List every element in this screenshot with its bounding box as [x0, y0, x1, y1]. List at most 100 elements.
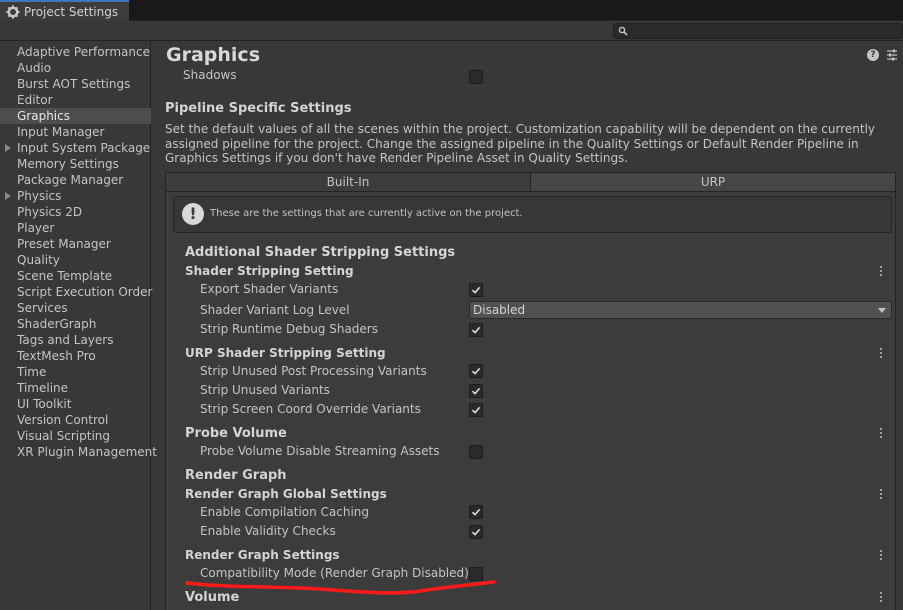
sidebar-item-label: Graphics: [17, 109, 70, 123]
sidebar-item-quality[interactable]: Quality: [0, 252, 151, 268]
sidebar-item-graphics[interactable]: Graphics: [0, 108, 151, 124]
more-options-icon[interactable]: [879, 266, 883, 278]
sidebar-item-shadergraph[interactable]: ShaderGraph: [0, 316, 151, 332]
sidebar-item-label: Physics 2D: [17, 205, 83, 219]
sidebar-item-label: Package Manager: [17, 173, 124, 187]
sidebar-item-adaptive-performance[interactable]: Adaptive Performance: [0, 44, 151, 60]
sidebar-item-preset-manager[interactable]: Preset Manager: [0, 236, 151, 252]
sidebar-item-label: Memory Settings: [17, 157, 119, 171]
sidebar-item-physics[interactable]: Physics: [0, 188, 151, 204]
sidebar-item-label: ShaderGraph: [17, 317, 97, 331]
sidebar-item-script-execution-order[interactable]: Script Execution Order: [0, 284, 153, 300]
sidebar-item-player[interactable]: Player: [0, 220, 151, 236]
shadows-checkbox[interactable]: [469, 70, 483, 84]
sidebar-item-visual-scripting[interactable]: Visual Scripting: [0, 428, 151, 444]
enable-validity-checks-checkbox[interactable]: [469, 525, 483, 539]
strip-runtime-debug-shaders-checkbox[interactable]: [469, 323, 483, 337]
sidebar-item-ui-toolkit[interactable]: UI Toolkit: [0, 396, 151, 412]
sidebar-item-version-control[interactable]: Version Control: [0, 412, 151, 428]
checkmark-icon: [471, 367, 481, 375]
probe-volume-disable-streaming-label: Probe Volume Disable Streaming Assets: [200, 444, 440, 458]
pipeline-tabs: Built-In URP: [165, 172, 896, 192]
checkmark-icon: [471, 286, 481, 294]
sidebar-item-xr-plugin-management[interactable]: XR Plugin Management: [0, 444, 157, 460]
shader-variant-log-level-dropdown[interactable]: Disabled: [469, 301, 892, 319]
checkmark-icon: [471, 387, 481, 395]
sidebar-item-memory-settings[interactable]: Memory Settings: [0, 156, 151, 172]
strip-unused-variants-checkbox[interactable]: [469, 384, 483, 398]
pipeline-settings-description: Set the default values of all the scenes…: [165, 122, 876, 165]
enable-compilation-caching-checkbox[interactable]: [469, 505, 483, 519]
sidebar-item-services[interactable]: Services: [0, 300, 151, 316]
more-options-icon[interactable]: [879, 428, 883, 440]
more-options-icon[interactable]: [879, 592, 883, 604]
sidebar-item-label: Input System Package: [17, 141, 151, 155]
tab-urp[interactable]: URP: [530, 173, 895, 191]
sidebar-item-input-manager[interactable]: Input Manager: [0, 124, 151, 140]
sidebar-item-textmesh-pro[interactable]: TextMesh Pro: [0, 348, 151, 364]
preset-settings-icon[interactable]: [886, 48, 898, 62]
compatibility-mode-checkbox[interactable]: [469, 567, 483, 581]
search-input[interactable]: [613, 23, 903, 39]
info-icon: !: [182, 203, 204, 225]
more-options-icon[interactable]: [879, 489, 883, 501]
shadows-label: Shadows: [183, 68, 237, 80]
compatibility-mode-label: Compatibility Mode (Render Graph Disable…: [200, 566, 469, 580]
export-shader-variants-label: Export Shader Variants: [200, 282, 339, 296]
more-options-icon[interactable]: [879, 550, 883, 562]
pipeline-settings-heading: Pipeline Specific Settings: [165, 101, 352, 116]
sidebar-item-label: XR Plugin Management: [17, 445, 157, 459]
sidebar-item-audio[interactable]: Audio: [0, 60, 151, 76]
export-shader-variants-checkbox[interactable]: [469, 283, 483, 297]
sidebar-item-label: UI Toolkit: [17, 397, 72, 411]
sidebar-item-time[interactable]: Time: [0, 364, 151, 380]
dropdown-value: Disabled: [473, 303, 526, 317]
sidebar-item-input-system-package[interactable]: Input System Package: [0, 140, 151, 156]
sidebar-item-label: Script Execution Order: [17, 285, 153, 299]
render-graph-heading: Render Graph: [185, 468, 287, 483]
strip-post-processing-checkbox[interactable]: [469, 364, 483, 378]
sidebar-item-editor[interactable]: Editor: [0, 92, 151, 108]
search-icon: [618, 26, 628, 36]
checkmark-icon: [471, 528, 481, 536]
project-settings-tab[interactable]: Project Settings: [0, 0, 129, 22]
sidebar-item-label: Version Control: [17, 413, 109, 427]
sidebar-item-scene-template[interactable]: Scene Template: [0, 268, 151, 284]
window-tab-strip: Project Settings: [0, 0, 903, 22]
strip-screen-coord-checkbox[interactable]: [469, 403, 483, 417]
sidebar-item-package-manager[interactable]: Package Manager: [0, 172, 151, 188]
sidebar-item-label: Burst AOT Settings: [17, 77, 131, 91]
settings-sidebar: Adaptive Performance Audio Burst AOT Set…: [0, 41, 157, 610]
probe-volume-disable-streaming-checkbox[interactable]: [469, 445, 483, 459]
sidebar-item-label: Time: [17, 365, 47, 379]
render-graph-settings-title: Render Graph Settings: [185, 548, 340, 562]
probe-volume-title: Probe Volume: [185, 426, 287, 441]
more-options-icon[interactable]: [879, 348, 883, 360]
shader-stripping-title: Shader Stripping Setting: [185, 264, 354, 278]
sidebar-item-label: Audio: [17, 61, 52, 75]
chevron-down-icon: [878, 308, 886, 313]
sidebar-item-label: Tags and Layers: [17, 333, 114, 347]
sidebar-item-timeline[interactable]: Timeline: [0, 380, 151, 396]
sidebar-item-label: TextMesh Pro: [17, 349, 96, 363]
strip-post-processing-label: Strip Unused Post Processing Variants: [200, 364, 427, 378]
foldout-arrow-icon[interactable]: [5, 144, 11, 152]
checkmark-icon: [471, 508, 481, 516]
sidebar-item-physics-2d[interactable]: Physics 2D: [0, 204, 151, 220]
page-title: Graphics: [166, 44, 260, 66]
sidebar-item-tags-and-layers[interactable]: Tags and Layers: [0, 332, 151, 348]
sidebar-item-label: Input Manager: [17, 125, 105, 139]
sidebar-item-label: Editor: [17, 93, 53, 107]
foldout-arrow-icon[interactable]: [5, 192, 11, 200]
help-icon[interactable]: ?: [867, 49, 879, 61]
sidebar-item-label: Adaptive Performance: [17, 45, 150, 59]
tab-built-in[interactable]: Built-In: [166, 173, 530, 191]
sidebar-item-burst-aot-settings[interactable]: Burst AOT Settings: [0, 76, 151, 92]
render-graph-global-title: Render Graph Global Settings: [185, 487, 387, 501]
settings-toolbar: [0, 21, 903, 41]
info-helpbox: ! These are the settings that are curren…: [173, 196, 892, 233]
sidebar-item-label: Scene Template: [17, 269, 113, 283]
urp-stripping-title: URP Shader Stripping Setting: [185, 346, 386, 360]
enable-compilation-caching-label: Enable Compilation Caching: [200, 505, 370, 519]
tab-title: Project Settings: [24, 5, 119, 19]
